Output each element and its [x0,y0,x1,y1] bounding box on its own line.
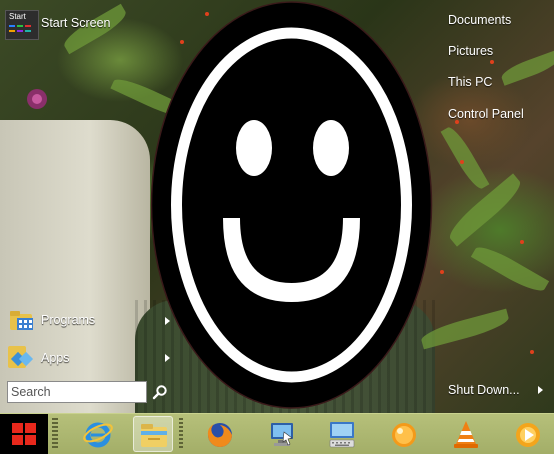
smiley-face-image [150,1,433,409]
start-search-box[interactable] [7,381,147,403]
taskbar-separator [179,418,183,450]
start-screen-link[interactable]: Start Screen [41,16,110,30]
programs-folder-icon [10,311,33,330]
start-tile[interactable]: Start [5,10,39,40]
shut-down-chevron-right-icon[interactable] [538,386,543,394]
taskbar [0,413,554,454]
vlc-icon [454,421,478,448]
search-input[interactable] [11,383,145,401]
smiley-right-eye [313,120,349,176]
apps-chevron-right-icon [165,354,170,362]
pictures-link[interactable]: Pictures [448,44,493,58]
orchid-flower [27,89,47,109]
apps-folder-icon [8,346,34,368]
this-pc-link[interactable]: This PC [448,75,492,89]
firefox-icon [207,423,232,447]
media-player-icon [516,423,540,447]
programs-menu-item[interactable]: Programs [41,313,95,327]
taskbar-vlc-button[interactable] [446,416,486,452]
taskbar-firefox-button[interactable] [200,416,240,452]
control-panel-link[interactable]: Control Panel [448,107,524,121]
taskbar-media-player-button[interactable] [508,416,548,452]
shut-down-button[interactable]: Shut Down... [448,383,520,397]
windows-logo-icon [12,423,36,445]
start-tile-label: Start [9,12,26,21]
programs-chevron-right-icon [165,317,170,325]
smiley-left-eye [236,120,272,176]
start-button[interactable] [0,414,48,454]
taskbar-grip[interactable] [52,418,58,450]
file-explorer-icon [141,424,167,447]
orange-app-icon [392,423,416,447]
taskbar-file-explorer-button[interactable] [133,416,173,452]
documents-link[interactable]: Documents [448,13,511,27]
taskbar-remote-desktop-button[interactable] [262,416,302,452]
taskbar-internet-explorer-button[interactable] [78,416,118,452]
taskbar-on-screen-keyboard-button[interactable] [322,416,362,452]
on-screen-keyboard-icon [329,422,355,448]
apps-menu-item[interactable]: Apps [41,351,70,365]
taskbar-orange-app-button[interactable] [384,416,424,452]
search-icon[interactable] [152,384,168,400]
internet-explorer-icon [83,422,113,448]
remote-desktop-icon [271,423,293,446]
